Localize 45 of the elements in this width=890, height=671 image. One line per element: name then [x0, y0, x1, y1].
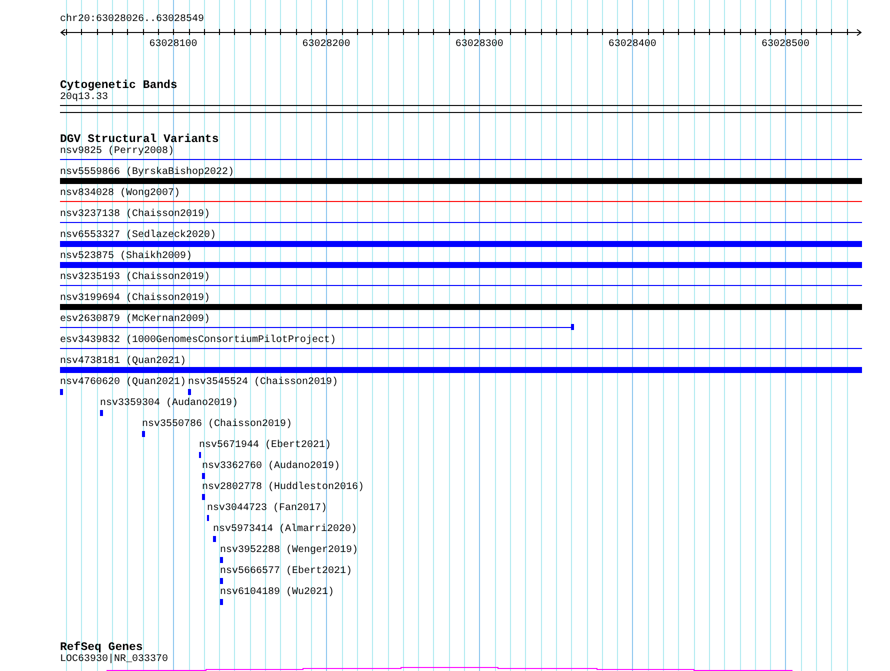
- tick-label: 63028200: [302, 39, 350, 50]
- variant-label: nsv3550786 (Chaisson2019): [142, 419, 292, 431]
- variant-label: nsv523875 (Shaikh2009): [60, 251, 192, 263]
- track-title: DGV Structural Variants: [60, 134, 219, 146]
- variant-label: nsv3362760 (Audano2019): [202, 461, 340, 473]
- variant-label: esv2630879 (McKernan2009): [60, 314, 210, 326]
- variant-label: nsv3044723 (Fan2017): [207, 503, 328, 515]
- variant-end-marker: [571, 324, 574, 330]
- track-title: Cytogenetic Bands: [60, 80, 178, 92]
- variant-label: nsv6553327 (Sedlazeck2020): [60, 230, 216, 242]
- variant-bar: [213, 536, 216, 542]
- variant-label: nsv5666577 (Ebert2021): [220, 566, 352, 578]
- variant-label: nsv3952288 (Wenger2019): [220, 545, 358, 557]
- tick-label: 63028100: [149, 39, 198, 50]
- variant-label: nsv9825 (Perry2008): [60, 146, 174, 158]
- variant-bar: [142, 431, 145, 437]
- variant-label: nsv3235193 (Chaisson2019): [60, 272, 210, 284]
- variant-label: nsv4738181 (Quan2021): [60, 356, 186, 368]
- gene-label: LOC63930|NR_033370: [60, 654, 168, 666]
- variant-label: nsv5671944 (Ebert2021): [199, 440, 332, 452]
- variant-label: nsv6104189 (Wu2021): [220, 587, 334, 599]
- variant-bar: [188, 389, 191, 395]
- variant-bar: [202, 473, 205, 479]
- tick-label: 63028500: [761, 39, 810, 50]
- variant-label: nsv2802778 (Huddleston2016): [202, 482, 364, 494]
- variant-label: nsv3545524 (Chaisson2019): [188, 377, 338, 389]
- tick-label: 63028400: [608, 39, 656, 50]
- variant-label: nsv3237138 (Chaisson2019): [60, 209, 210, 221]
- variant-label: nsv4760620 (Quan2021): [60, 377, 186, 389]
- variant-bar: [202, 494, 205, 500]
- variant-label: esv3439832 (1000GenomesConsortiumPilotProject): [60, 335, 336, 347]
- tick-label: 63028300: [455, 39, 504, 50]
- variant-label: nsv5559866 (ByrskaBishop2022): [60, 167, 234, 179]
- variant-label: nsv5973414 (Almarri2020): [213, 524, 358, 536]
- variant-bar: [220, 578, 223, 584]
- variant-bar: [220, 599, 223, 605]
- variant-label: nsv834028 (Wong2007): [60, 188, 180, 200]
- variant-bar: [220, 557, 223, 563]
- location-label: chr20:63028026..63028549: [60, 14, 204, 26]
- track-title: RefSeq Genes: [60, 642, 143, 654]
- variant-bar: [60, 389, 63, 395]
- variant-label: nsv3199694 (Chaisson2019): [60, 293, 210, 305]
- band-label: 20q13.33: [60, 92, 108, 104]
- variant-bar: [100, 410, 103, 416]
- variant-label: nsv3359304 (Audano2019): [100, 398, 238, 410]
